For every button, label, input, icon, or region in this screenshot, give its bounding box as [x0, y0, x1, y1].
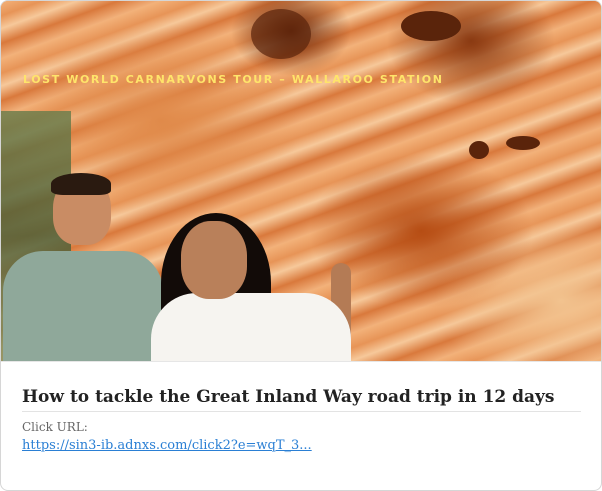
- woman-face: [181, 221, 247, 299]
- click-url-label: Click URL:: [22, 420, 88, 434]
- man-figure: [3, 251, 163, 361]
- rock-cavity: [506, 136, 540, 150]
- article-title[interactable]: How to tackle the Great Inland Way road …: [22, 387, 555, 407]
- click-url-link[interactable]: https://sin3-ib.adnxs.com/click2?e=wqT_3…: [22, 438, 312, 453]
- man-hair: [51, 173, 111, 195]
- woman-figure: [151, 293, 351, 361]
- rock-cavity: [469, 141, 489, 159]
- hero-image[interactable]: LOST WORLD CARNARVONS TOUR – WALLAROO ST…: [1, 1, 601, 361]
- card-content: How to tackle the Great Inland Way road …: [1, 361, 601, 490]
- hero-caption: LOST WORLD CARNARVONS TOUR – WALLAROO ST…: [23, 73, 444, 86]
- rock-cavity: [401, 11, 461, 41]
- ad-card[interactable]: LOST WORLD CARNARVONS TOUR – WALLAROO ST…: [0, 0, 602, 491]
- divider: [22, 411, 581, 412]
- rock-cavity: [251, 9, 311, 59]
